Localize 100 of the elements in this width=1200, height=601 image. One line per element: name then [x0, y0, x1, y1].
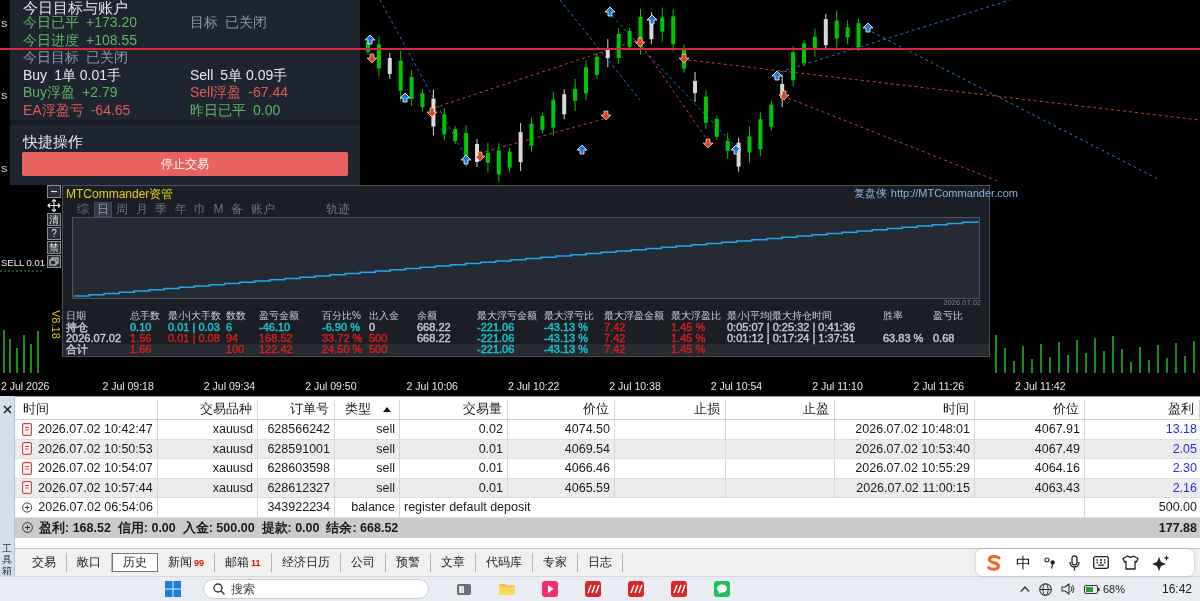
history-row[interactable]: 2026.07.02 10:57:44 xauusd 628612327 sell 0.01 4065.59 2026.07.02 11:00:15 4063.43 2.16: [15, 478, 1200, 498]
column-header: 出入金: [369, 309, 399, 322]
time-label: 2 Jul 10:54: [709, 379, 764, 392]
input-mode-toggle[interactable]: 中: [1016, 554, 1031, 571]
tab[interactable]: 邮箱 11: [215, 553, 272, 572]
close-price: 4067.49: [975, 439, 1085, 458]
column-header[interactable]: 价位: [508, 400, 615, 419]
tab[interactable]: 历史: [112, 553, 158, 572]
speaker-icon[interactable]: [1060, 583, 1075, 595]
search-icon: [213, 583, 225, 595]
shirt-icon[interactable]: [1122, 555, 1139, 570]
stat-value: 5单 0.09手: [220, 67, 288, 83]
battery-icon[interactable]: [1083, 584, 1100, 594]
sparkle-icon[interactable]: [1152, 554, 1170, 571]
close-price: 4067.91: [975, 420, 1085, 439]
candle: [791, 45, 796, 87]
period-tab[interactable]: 年: [171, 201, 190, 217]
column-header: 最小|大手数: [168, 309, 221, 322]
column-header[interactable]: 交易品种: [158, 400, 258, 419]
open-time: 2026.07.02 10:42:47: [38, 421, 153, 438]
history-row[interactable]: 2026.07.02 06:54:06 343922234 balance register default deposit 500.00: [15, 498, 1200, 518]
column-header[interactable]: 时间: [15, 400, 158, 419]
open-price: 4074.50: [508, 420, 615, 439]
stats-value: 1.56: [130, 333, 152, 344]
period-tab[interactable]: 备: [228, 201, 246, 217]
order-label: SELL 0.01: [1, 257, 46, 269]
column-header: 最大浮盈金额: [604, 309, 664, 322]
up-arrow-icon: [730, 144, 742, 155]
tab[interactable]: 代码库: [475, 553, 533, 572]
globe-icon[interactable]: [1038, 582, 1052, 596]
history-row[interactable]: 2026.07.02 10:50:53 xauusd 628591001 sell 0.01 4069.54 2026.07.02 10:53:40 4067.49 2.05: [15, 439, 1200, 459]
keyboard-icon[interactable]: [1093, 556, 1109, 569]
tool-button[interactable]: ?: [47, 227, 61, 240]
down-arrow-icon: [678, 53, 690, 64]
tab[interactable]: 经济日历: [271, 553, 341, 572]
office-app-icon[interactable]: [628, 581, 644, 597]
tool-button[interactable]: 清: [47, 213, 61, 226]
chevron-up-icon[interactable]: [1019, 586, 1030, 592]
trail-tab[interactable]: 轨迹: [323, 201, 353, 217]
tab[interactable]: 交易: [22, 553, 67, 572]
column-header[interactable]: 订单号: [258, 400, 335, 419]
history-row[interactable]: 2026.07.02 10:54:07 xauusd 628603598 sell 0.01 4066.46 2026.07.02 10:55:29 4064.16 2.30: [15, 459, 1200, 479]
column-header: 最大浮盈比: [671, 309, 721, 322]
stats-value: 0.68: [933, 333, 955, 344]
stat-value: -64.65: [90, 102, 131, 118]
tool-button[interactable]: 禁: [47, 241, 61, 254]
tab[interactable]: 专家: [532, 553, 578, 572]
column-header[interactable]: 交易量: [400, 400, 508, 419]
toolbox-tab[interactable]: 工具箱: [2, 543, 12, 576]
tab[interactable]: 新闻 99: [158, 553, 215, 572]
stat-value: 1单 0.01手: [54, 67, 122, 83]
tab[interactable]: 日志: [577, 553, 623, 572]
logo-icon[interactable]: [985, 553, 1003, 572]
history-row[interactable]: 2026.07.02 10:42:47 xauusd 628566242 sell 0.02 4074.50 2026.07.02 10:48:01 4067.91 13.18: [15, 420, 1200, 440]
candle: [834, 10, 839, 50]
period-tab[interactable]: 月: [132, 201, 151, 217]
tab[interactable]: 公司: [340, 553, 386, 572]
comment: register default deposit: [400, 498, 1085, 517]
column-header[interactable]: 盈利: [1085, 400, 1200, 419]
start-icon[interactable]: [165, 581, 181, 597]
column-header[interactable]: 时间: [835, 400, 975, 419]
media-app-icon[interactable]: [542, 581, 558, 597]
stats-value: 7.42: [604, 322, 626, 333]
widget-icon[interactable]: [456, 581, 472, 597]
search-field[interactable]: 搜索: [203, 579, 429, 599]
office-app-icon[interactable]: [671, 581, 687, 597]
restore-icon[interactable]: [47, 255, 61, 268]
period-tab[interactable]: 综: [74, 201, 92, 217]
clock[interactable]: 16:42: [1161, 582, 1192, 596]
time-label: 2 Jul 11:26: [912, 379, 966, 392]
up-arrow-icon: [771, 70, 783, 81]
period-tab[interactable]: 日: [93, 201, 112, 217]
time-label: 2 Jul 09:18: [101, 379, 155, 392]
period-tab[interactable]: 账户: [247, 201, 278, 217]
period-tab[interactable]: M: [210, 201, 227, 217]
column-header[interactable]: 价位: [975, 400, 1085, 419]
period-tab[interactable]: 季: [152, 201, 170, 217]
order-type: sell: [335, 420, 400, 439]
stat-value: 已关闭: [86, 50, 128, 65]
column-header[interactable]: 止盈: [726, 400, 835, 419]
move-icon[interactable]: [47, 199, 61, 212]
column-header[interactable]: 止损: [615, 400, 726, 419]
office-app-icon[interactable]: [585, 581, 601, 597]
up-arrow-icon: [646, 14, 658, 25]
punctuation-icon[interactable]: [1044, 556, 1056, 569]
website-link[interactable]: http://MTCommander.com: [890, 187, 1018, 200]
candle: [573, 78, 578, 112]
period-tab[interactable]: 周: [113, 201, 131, 217]
close-time: 2026.07.02 10:55:29: [835, 459, 975, 478]
close-icon[interactable]: [2, 405, 12, 414]
microphone-icon[interactable]: [1069, 554, 1080, 571]
minimize-icon[interactable]: [47, 185, 61, 198]
document-icon: [22, 442, 32, 456]
tab[interactable]: 预警: [385, 553, 431, 572]
period-tab[interactable]: 巾: [191, 201, 209, 217]
candle: [823, 13, 828, 51]
time-label: 2 Jul 09:34: [202, 379, 257, 392]
tab[interactable]: 文章: [430, 553, 476, 572]
close-time: 2026.07.02 10:53:40: [835, 439, 975, 458]
column-header[interactable]: 类型: [335, 400, 400, 419]
